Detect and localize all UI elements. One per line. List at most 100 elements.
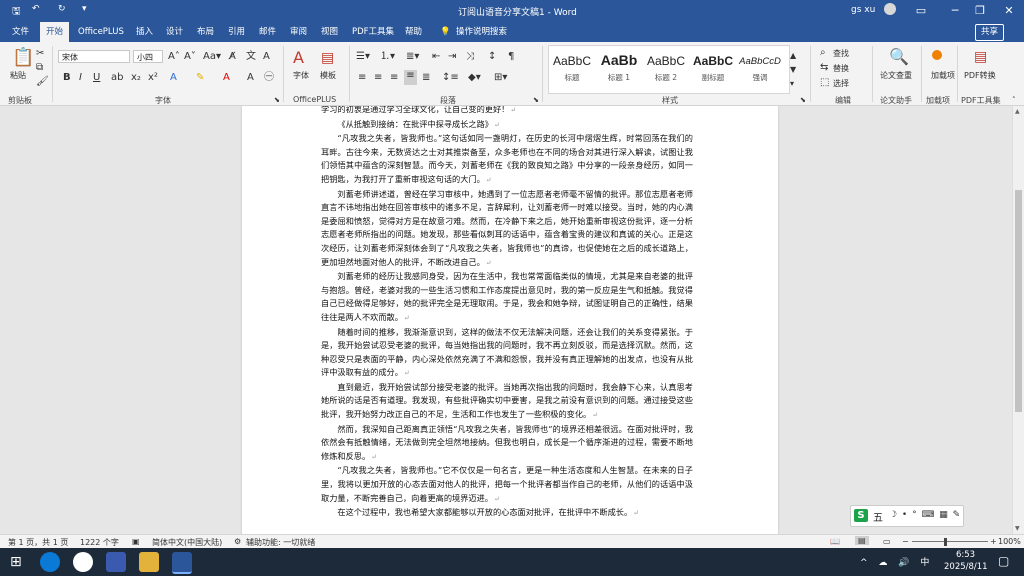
char-border-icon[interactable]: A <box>263 51 270 63</box>
pdf-convert-icon[interactable]: ▤ <box>974 48 987 66</box>
accessibility-icon[interactable]: ⚙ <box>234 537 241 546</box>
shrink-font-icon[interactable]: A˅ <box>184 51 196 63</box>
scrollbar-thumb[interactable] <box>1015 190 1022 412</box>
align-left-icon[interactable]: ≡ <box>358 72 366 84</box>
font-color-icon[interactable]: A <box>223 72 230 84</box>
edge-icon[interactable] <box>40 552 60 572</box>
cut-icon[interactable]: ✂ <box>36 48 44 60</box>
file-explorer-icon[interactable] <box>139 552 159 572</box>
paper-check-icon[interactable]: 🔍 <box>889 48 909 66</box>
phonetic-guide-icon[interactable]: 文 <box>246 51 256 63</box>
tab-mailings[interactable]: 邮件 <box>259 22 276 42</box>
text-effects-icon[interactable]: A <box>170 72 177 84</box>
enclose-char-icon[interactable]: ㊀ <box>264 72 274 84</box>
paper-check-label[interactable]: 论文查重 <box>880 70 912 81</box>
char-shading-icon[interactable]: A <box>247 72 254 84</box>
distributed-icon[interactable]: ≣ <box>422 72 430 84</box>
paragraph[interactable]: 直到最近，我开始尝试部分接受老婆的批评。当她再次指出我的问题时，我会静下心来，认… <box>321 381 693 423</box>
superscript-icon[interactable]: x² <box>148 72 158 84</box>
chinese-layout-icon[interactable]: ⤨ <box>466 51 474 63</box>
page-count[interactable]: 第 1 页，共 1 页 <box>8 537 68 548</box>
share-button[interactable]: 共享 <box>975 24 1005 41</box>
grow-font-icon[interactable]: A˄ <box>168 51 180 63</box>
highlight-icon[interactable]: ✎ <box>196 72 204 84</box>
save-icon[interactable]: 🖫 <box>12 4 21 21</box>
zoom-in-icon[interactable]: + <box>990 537 997 546</box>
qq-icon[interactable] <box>73 552 93 572</box>
clock-date[interactable]: 2025/8/11 <box>944 562 988 572</box>
align-right-icon[interactable]: ≡ <box>390 72 398 84</box>
select-label[interactable]: 选择 <box>833 78 849 89</box>
vertical-scrollbar[interactable]: ▲ ▼ <box>1012 106 1024 534</box>
customize-qat-icon[interactable]: ▾ <box>82 4 87 14</box>
find-icon[interactable]: ⌕ <box>820 47 826 59</box>
paragraph[interactable]: “凡攻我之失者，皆我师也。”这句话如同一盏明灯，在历史的长河中熠熠生辉，时常回荡… <box>321 132 693 187</box>
tab-layout[interactable]: 布局 <box>197 22 214 42</box>
tab-help[interactable]: 帮助 <box>405 22 422 42</box>
tab-insert[interactable]: 插入 <box>136 22 153 42</box>
paragraph[interactable]: 然而，我深知自己距离真正领悟“凡攻我之失者，皆我师也”的境界还相差很远。在面对批… <box>321 423 693 465</box>
ime-mode-label[interactable]: 五 <box>873 509 883 524</box>
select-icon[interactable]: ⬚ <box>820 77 829 89</box>
paste-label[interactable]: 粘贴 <box>10 70 26 81</box>
style-title[interactable]: AaBbC 标题 <box>550 48 594 90</box>
collapse-ribbon-icon[interactable]: ˄ <box>1012 94 1016 106</box>
style-heading-2[interactable]: AaBbC 标题 2 <box>644 48 688 90</box>
scroll-up-icon[interactable]: ▲ <box>1015 108 1020 115</box>
accessibility-status[interactable]: 辅助功能: 一切就绪 <box>246 537 315 548</box>
ribbon-display-icon[interactable]: ▭ <box>904 0 938 22</box>
notification-icon[interactable]: ▢ <box>998 554 1009 568</box>
read-mode-icon[interactable]: 📖 <box>830 537 840 546</box>
change-case-icon[interactable]: Aa▾ <box>203 51 221 63</box>
style-heading-1[interactable]: AaBb 标题 1 <box>597 48 641 90</box>
tab-references[interactable]: 引用 <box>228 22 245 42</box>
zoom-level[interactable]: 100% <box>998 537 1021 546</box>
language[interactable]: 简体中文(中国大陆) <box>152 537 222 548</box>
tab-file[interactable]: 文件 <box>12 22 29 42</box>
copy-icon[interactable]: ⧉ <box>36 62 43 74</box>
video-app-icon[interactable] <box>106 552 126 572</box>
paragraph[interactable]: “凡攻我之失者，皆我师也。”它不仅仅是一句名言，更是一种生活态度和人生智慧。在未… <box>321 464 693 506</box>
undo-icon[interactable]: ↶ <box>32 4 40 14</box>
format-painter-icon[interactable]: 🖌 <box>36 76 49 88</box>
align-center-icon[interactable]: ≡ <box>374 72 382 84</box>
italic-icon[interactable]: I <box>79 72 82 84</box>
tab-review[interactable]: 审阅 <box>290 22 307 42</box>
redo-icon[interactable]: ↻ <box>58 4 66 14</box>
clear-formatting-icon[interactable]: A̸ <box>229 51 236 63</box>
zoom-slider-handle[interactable] <box>944 538 947 546</box>
tab-view[interactable]: 视图 <box>321 22 338 42</box>
paragraph[interactable]: 学习的初衷是通过学习全球文化，让自己变的更好！↵ <box>321 106 693 118</box>
paste-icon[interactable]: 📋 <box>12 48 34 68</box>
styles-dialog-launcher-icon[interactable]: ⬊ <box>800 94 806 106</box>
multilevel-list-icon[interactable]: ≣▾ <box>406 51 419 63</box>
document-page[interactable]: 学习的初衷是通过学习全球文化，让自己变的更好！↵ 《从抵触到接纳：在批评中探寻成… <box>242 106 778 534</box>
increase-indent-icon[interactable]: ⇥ <box>448 51 456 63</box>
paragraph[interactable]: 《从抵触到接纳：在批评中探寻成长之路》↵ <box>321 118 693 133</box>
document-area[interactable]: 学习的初衷是通过学习全球文化，让自己变的更好！↵ 《从抵触到接纳：在批评中探寻成… <box>0 106 1012 534</box>
styles-scroll-down-icon[interactable]: ▼ <box>790 64 796 76</box>
officeplus-font-icon[interactable]: A <box>293 49 304 67</box>
start-windows-icon[interactable]: ⊞ <box>10 554 22 570</box>
template-icon[interactable]: ▤ <box>321 49 334 67</box>
user-name[interactable]: gs xu <box>851 5 875 15</box>
style-emphasis[interactable]: AaBbCcD 强调 <box>738 48 782 90</box>
document-body[interactable]: 学习的初衷是通过学习全球文化，让自己变的更好！↵ 《从抵触到接纳：在批评中探寻成… <box>321 106 693 521</box>
ime-toolbar[interactable]: S 五 ☽ • ° ⌨ ▦ ✎ <box>850 505 964 527</box>
paragraph[interactable]: 刘蓄老师的经历让我感同身受，因为在生活中，我也常常面临类似的情境，尤其是来自老婆… <box>321 270 693 325</box>
paragraph[interactable]: 随着时间的推移，我渐渐意识到，这样的做法不仅无法解决问题，还会让我们的关系变得紧… <box>321 326 693 381</box>
word-count[interactable]: 1222 个字 <box>80 537 119 548</box>
system-tray[interactable]: ^ ☁ 🔊 中 <box>860 555 933 568</box>
styles-scroll-up-icon[interactable]: ▲ <box>790 50 796 62</box>
tab-design[interactable]: 设计 <box>166 22 183 42</box>
tab-home[interactable]: 开始 <box>40 22 70 42</box>
decrease-indent-icon[interactable]: ⇤ <box>432 51 440 63</box>
subscript-icon[interactable]: x₂ <box>131 72 141 84</box>
replace-label[interactable]: 替换 <box>833 63 849 74</box>
show-marks-icon[interactable]: ¶ <box>508 51 514 63</box>
addins-icon[interactable] <box>932 50 942 60</box>
bold-icon[interactable]: B <box>63 72 71 84</box>
avatar[interactable] <box>884 3 896 15</box>
styles-more-icon[interactable]: ▾ <box>790 78 794 90</box>
proofing-icon[interactable]: ▣ <box>132 537 140 546</box>
